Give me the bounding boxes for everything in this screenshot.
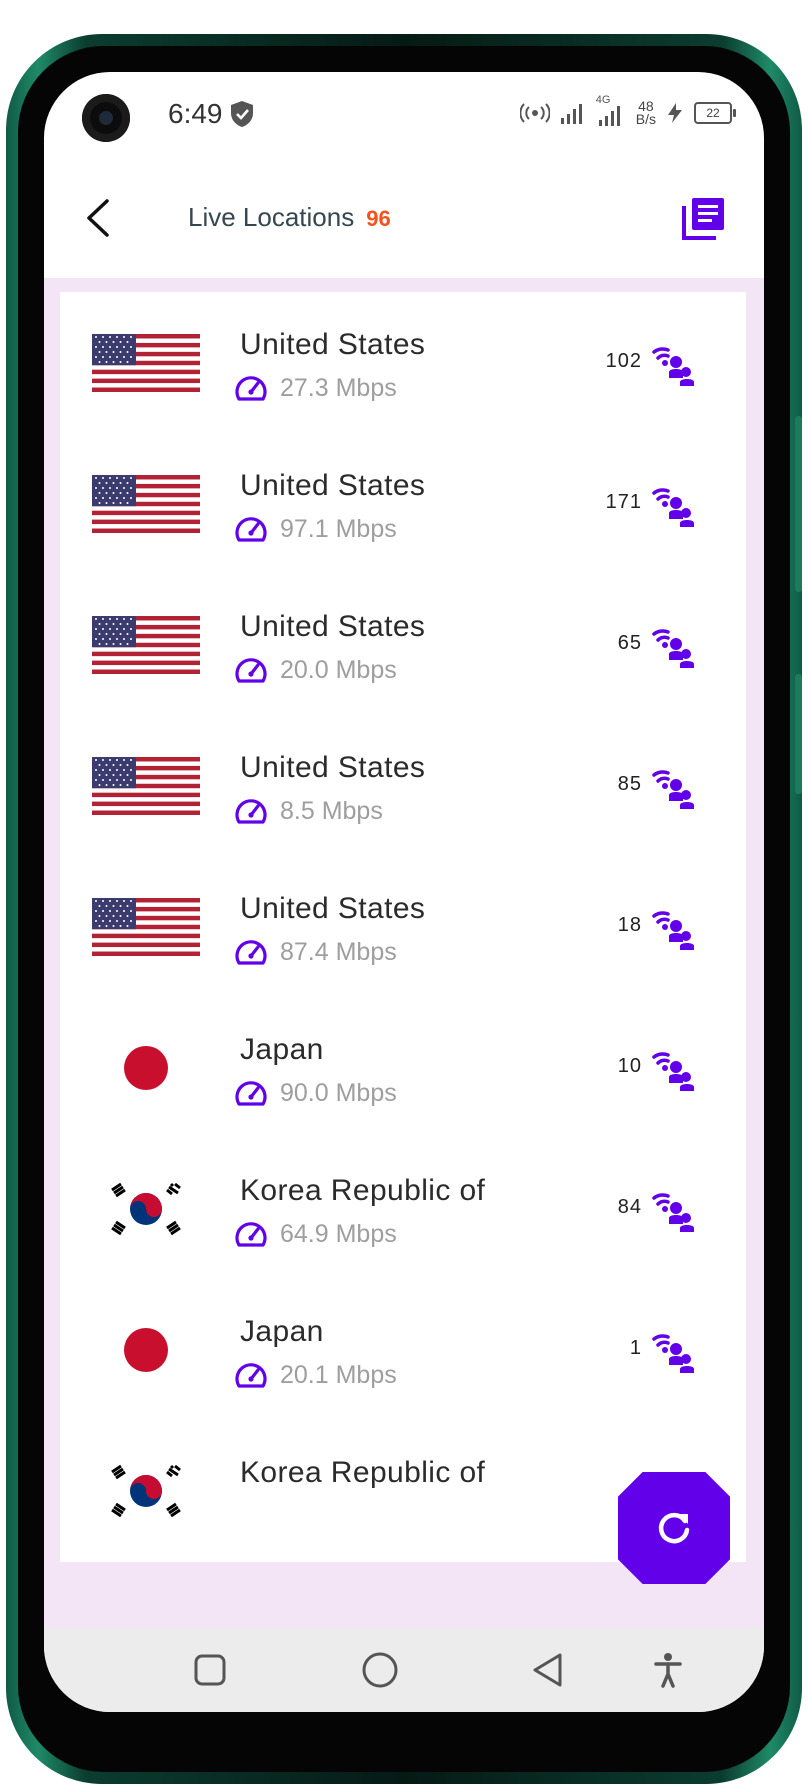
us-flag-icon [92, 334, 200, 392]
refresh-icon [658, 1512, 690, 1544]
user-count: 171 [605, 491, 642, 513]
japan-flag-icon [124, 1328, 168, 1372]
country-name: United States [240, 328, 426, 361]
network-speed-unit: B/s [635, 111, 656, 127]
country-name: Korea Republic of [240, 1456, 486, 1489]
location-row[interactable]: Japan 20.1 Mbps 1 [60, 1279, 746, 1421]
speedometer-icon [234, 936, 268, 970]
connection-speed: 90.0 Mbps [280, 1079, 397, 1107]
connected-users-icon [652, 342, 696, 386]
app-bar: Live Locations 96 [44, 158, 764, 278]
network-speed: 48 B/s [635, 99, 656, 127]
recent-apps-button[interactable] [188, 1648, 232, 1692]
location-row[interactable]: Korea Republic of 64.9 Mbps 84 [60, 1138, 746, 1280]
location-row[interactable]: United States 20.0 Mbps 65 [60, 574, 746, 716]
connected-users-icon [652, 1047, 696, 1091]
speedometer-icon [234, 1218, 268, 1252]
connected-users-icon [652, 906, 696, 950]
refresh-button[interactable] [618, 1472, 730, 1584]
connection-speed: 20.1 Mbps [280, 1361, 397, 1389]
location-count: 96 [366, 206, 391, 231]
home-button[interactable] [358, 1648, 402, 1692]
status-time: 6:49 [168, 98, 223, 129]
volume-button [795, 416, 802, 592]
country-name: United States [240, 892, 426, 925]
country-name: United States [240, 469, 426, 502]
user-count: 1 [629, 1337, 642, 1359]
connection-speed: 64.9 Mbps [280, 1220, 397, 1248]
shield-icon [231, 101, 253, 127]
system-icons: 4G 48 B/s 22 [519, 94, 736, 127]
user-count: 84 [617, 1196, 642, 1218]
speedometer-icon [234, 513, 268, 547]
us-flag-icon [92, 757, 200, 815]
navigation-bar [44, 1628, 764, 1712]
accessibility-icon [654, 1653, 682, 1688]
front-camera [82, 94, 130, 142]
connected-users-icon [652, 765, 696, 809]
square-icon [194, 1654, 226, 1686]
charging-icon [668, 103, 682, 123]
server-list-button[interactable] [680, 194, 728, 242]
hotspot-icon [519, 103, 550, 123]
connection-speed: 87.4 Mbps [280, 938, 397, 966]
connected-users-icon [652, 1188, 696, 1232]
back-nav-button[interactable] [526, 1648, 570, 1692]
screen: 6:49 4G 48 B/s 22 Live Locations 96 Unit… [44, 72, 764, 1712]
back-button[interactable] [70, 190, 126, 246]
user-count: 18 [617, 914, 642, 936]
network-type-label: 4G [595, 94, 611, 106]
speedometer-icon [234, 795, 268, 829]
chevron-left-icon [87, 199, 109, 237]
connected-users-icon [652, 483, 696, 527]
signal-4g-icon: 4G [596, 94, 626, 126]
korea-flag-icon [92, 1180, 200, 1238]
connection-speed: 20.0 Mbps [280, 656, 397, 684]
location-row[interactable]: United States 8.5 Mbps 85 [60, 715, 746, 857]
circle-icon [362, 1652, 398, 1688]
location-row[interactable]: Japan 90.0 Mbps 10 [60, 997, 746, 1139]
speedometer-icon [234, 654, 268, 688]
location-list[interactable]: United States 27.3 Mbps 102 United State… [44, 278, 764, 1628]
page-title: Live Locations 96 [188, 202, 391, 233]
country-name: United States [240, 610, 426, 643]
library-books-icon [682, 198, 724, 240]
location-row[interactable]: United States 87.4 Mbps 18 [60, 856, 746, 998]
location-row[interactable]: United States 97.1 Mbps 171 [60, 433, 746, 575]
korea-flag-icon [92, 1462, 200, 1520]
us-flag-icon [92, 898, 200, 956]
signal-icon [560, 104, 582, 124]
speedometer-icon [234, 1359, 268, 1393]
speedometer-icon [234, 1077, 268, 1111]
country-name: Japan [240, 1033, 324, 1066]
connection-speed: 8.5 Mbps [280, 797, 383, 825]
connection-speed: 97.1 Mbps [280, 515, 397, 543]
power-button [795, 674, 802, 794]
user-count: 85 [617, 773, 642, 795]
country-name: United States [240, 751, 426, 784]
connected-users-icon [652, 1329, 696, 1373]
country-name: Korea Republic of [240, 1174, 486, 1207]
battery-icon: 22 [694, 102, 736, 124]
page-title-text: Live Locations [188, 202, 355, 232]
us-flag-icon [92, 616, 200, 674]
connected-users-icon [652, 624, 696, 668]
triangle-back-icon [533, 1653, 562, 1687]
japan-flag-icon [124, 1046, 168, 1090]
location-row[interactable]: United States 27.3 Mbps 102 [60, 292, 746, 434]
status-bar: 6:49 4G 48 B/s 22 [44, 72, 764, 158]
accessibility-button[interactable] [646, 1648, 690, 1692]
user-count: 65 [617, 632, 642, 654]
user-count: 102 [605, 350, 642, 372]
speedometer-icon [234, 372, 268, 406]
user-count: 10 [617, 1055, 642, 1077]
us-flag-icon [92, 475, 200, 533]
connection-speed: 27.3 Mbps [280, 374, 397, 402]
battery-level: 22 [706, 106, 720, 120]
country-name: Japan [240, 1315, 324, 1348]
